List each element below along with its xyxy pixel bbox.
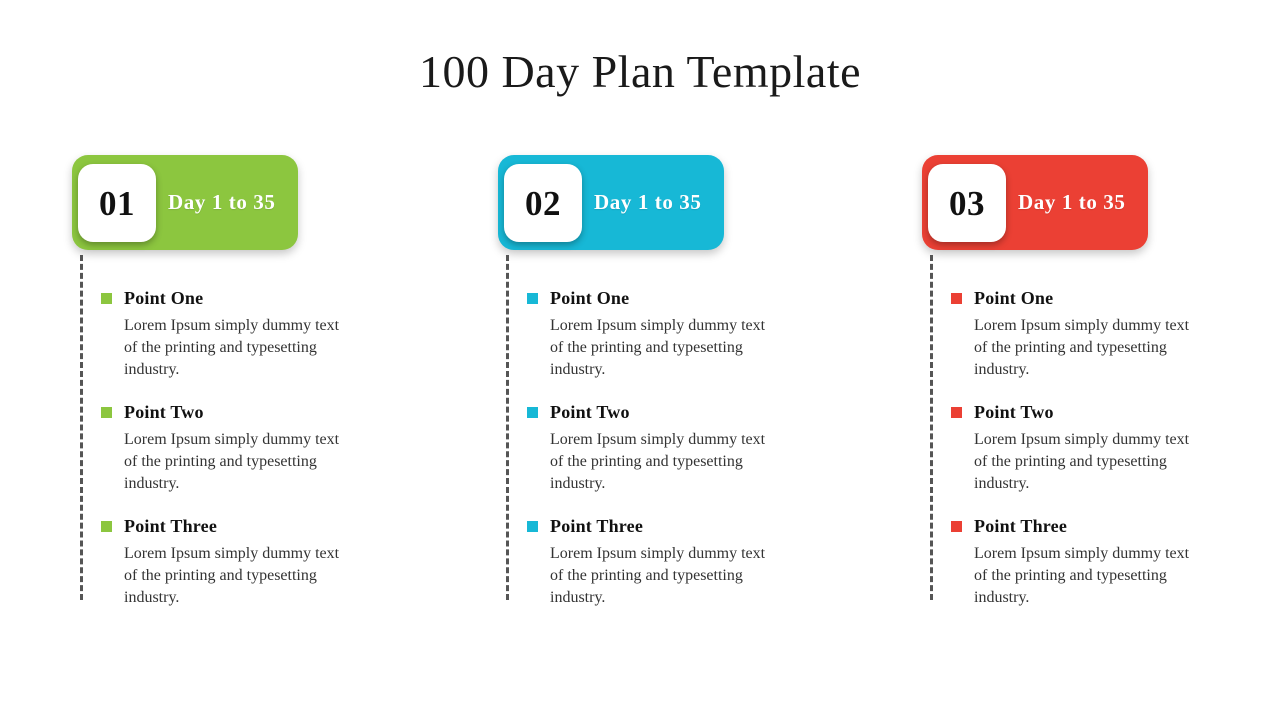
list-item: Point One Lorem Ipsum simply dummy text … bbox=[527, 288, 827, 381]
point-header: Point Two bbox=[527, 402, 827, 422]
square-bullet-icon bbox=[527, 406, 538, 418]
dashed-timeline-01 bbox=[80, 255, 83, 600]
square-bullet-icon bbox=[101, 292, 112, 304]
point-title: Point Three bbox=[974, 516, 1068, 536]
point-body: Lorem Ipsum simply dummy text of the pri… bbox=[124, 317, 340, 378]
square-bullet-icon bbox=[951, 520, 962, 532]
point-header: Point One bbox=[527, 288, 827, 308]
point-header: Point Three bbox=[101, 516, 401, 536]
list-item: Point Three Lorem Ipsum simply dummy tex… bbox=[951, 516, 1251, 609]
point-body: Lorem Ipsum simply dummy text of the pri… bbox=[974, 545, 1190, 606]
list-item: Point Two Lorem Ipsum simply dummy text … bbox=[951, 402, 1251, 495]
dashed-timeline-02 bbox=[506, 255, 509, 600]
point-title: Point Three bbox=[550, 516, 644, 536]
phase-number-03: 03 bbox=[949, 183, 985, 223]
list-item: Point Three Lorem Ipsum simply dummy tex… bbox=[527, 516, 827, 609]
phase-number-box-03: 03 bbox=[928, 164, 1006, 242]
phase-label-02: Day 1 to 35 bbox=[594, 190, 702, 214]
square-bullet-icon bbox=[101, 406, 112, 418]
point-title: Point Three bbox=[124, 516, 218, 536]
point-body: Lorem Ipsum simply dummy text of the pri… bbox=[550, 545, 766, 606]
point-title: Point Two bbox=[974, 402, 1054, 422]
timeline-column-01: 01 Day 1 to 35 Point One Lorem Ipsum sim… bbox=[72, 155, 402, 606]
phase-number-02: 02 bbox=[525, 183, 561, 223]
phase-card-02[interactable]: 02 Day 1 to 35 bbox=[498, 155, 724, 250]
point-body: Lorem Ipsum simply dummy text of the pri… bbox=[974, 431, 1190, 492]
list-item: Point Two Lorem Ipsum simply dummy text … bbox=[101, 402, 401, 495]
point-header: Point Two bbox=[951, 402, 1251, 422]
phase-card-03[interactable]: 03 Day 1 to 35 bbox=[922, 155, 1148, 250]
point-header: Point Three bbox=[527, 516, 827, 536]
point-header: Point Three bbox=[951, 516, 1251, 536]
square-bullet-icon bbox=[527, 292, 538, 304]
point-title: Point One bbox=[974, 288, 1054, 308]
point-body: Lorem Ipsum simply dummy text of the pri… bbox=[124, 431, 340, 492]
point-title: Point One bbox=[550, 288, 630, 308]
point-header: Point Two bbox=[101, 402, 401, 422]
timeline-columns: 01 Day 1 to 35 Point One Lorem Ipsum sim… bbox=[0, 0, 1280, 720]
list-item: Point Two Lorem Ipsum simply dummy text … bbox=[527, 402, 827, 495]
square-bullet-icon bbox=[951, 292, 962, 304]
timeline-column-02: 02 Day 1 to 35 Point One Lorem Ipsum sim… bbox=[498, 155, 828, 606]
square-bullet-icon bbox=[951, 406, 962, 418]
point-title: Point Two bbox=[124, 402, 204, 422]
square-bullet-icon bbox=[101, 520, 112, 532]
phase-label-01: Day 1 to 35 bbox=[168, 190, 276, 214]
points-list-01: Point One Lorem Ipsum simply dummy text … bbox=[101, 288, 401, 609]
phase-card-01[interactable]: 01 Day 1 to 35 bbox=[72, 155, 298, 250]
points-list-03: Point One Lorem Ipsum simply dummy text … bbox=[951, 288, 1251, 609]
timeline-column-03: 03 Day 1 to 35 Point One Lorem Ipsum sim… bbox=[922, 155, 1252, 606]
phase-label-03: Day 1 to 35 bbox=[1018, 190, 1126, 214]
list-item: Point One Lorem Ipsum simply dummy text … bbox=[951, 288, 1251, 381]
phase-number-box-02: 02 bbox=[504, 164, 582, 242]
point-title: Point One bbox=[124, 288, 204, 308]
point-header: Point One bbox=[951, 288, 1251, 308]
phase-number-box-01: 01 bbox=[78, 164, 156, 242]
point-header: Point One bbox=[101, 288, 401, 308]
points-list-02: Point One Lorem Ipsum simply dummy text … bbox=[527, 288, 827, 609]
phase-number-01: 01 bbox=[99, 183, 135, 223]
point-body: Lorem Ipsum simply dummy text of the pri… bbox=[974, 317, 1190, 378]
point-body: Lorem Ipsum simply dummy text of the pri… bbox=[124, 545, 340, 606]
list-item: Point One Lorem Ipsum simply dummy text … bbox=[101, 288, 401, 381]
point-body: Lorem Ipsum simply dummy text of the pri… bbox=[550, 317, 766, 378]
list-item: Point Three Lorem Ipsum simply dummy tex… bbox=[101, 516, 401, 609]
point-body: Lorem Ipsum simply dummy text of the pri… bbox=[550, 431, 766, 492]
dashed-timeline-03 bbox=[930, 255, 933, 600]
square-bullet-icon bbox=[527, 520, 538, 532]
point-title: Point Two bbox=[550, 402, 630, 422]
